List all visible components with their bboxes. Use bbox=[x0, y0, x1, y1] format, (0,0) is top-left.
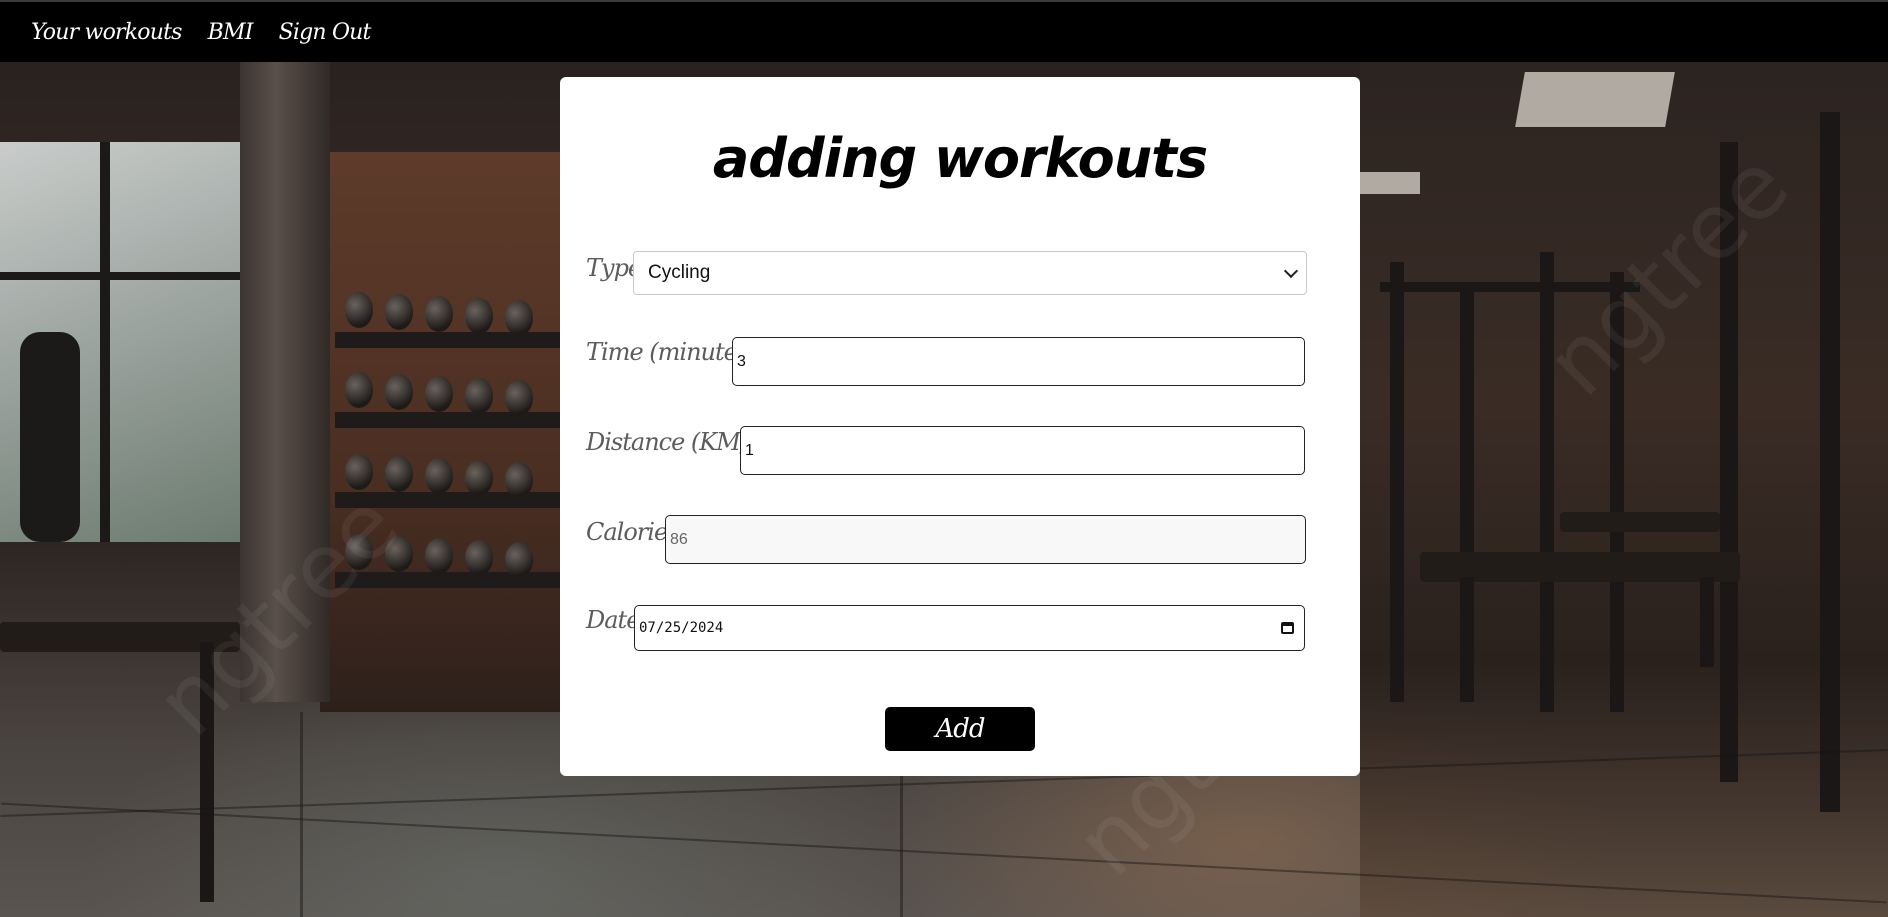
calories-input-value: 86 bbox=[670, 530, 688, 548]
distance-input-value: 1 bbox=[745, 441, 754, 459]
date-label: Date bbox=[586, 606, 640, 634]
distance-input[interactable]: 1 bbox=[740, 426, 1305, 475]
add-button[interactable]: Add bbox=[885, 707, 1035, 751]
type-select[interactable]: Cycling bbox=[633, 251, 1307, 295]
top-navbar: Your workouts BMI Sign Out bbox=[0, 0, 1888, 62]
date-input-value: 07/25/2024 bbox=[639, 620, 724, 636]
time-input[interactable]: 3 bbox=[732, 337, 1305, 386]
calories-input: 86 bbox=[665, 515, 1306, 564]
nav-bmi-link[interactable]: BMI bbox=[208, 20, 254, 45]
calendar-icon[interactable] bbox=[1281, 622, 1294, 634]
type-selected-value: Cycling bbox=[648, 262, 711, 283]
window bbox=[0, 142, 260, 542]
form-title: adding workouts bbox=[712, 127, 1208, 190]
distance-label: Distance (KM) bbox=[586, 428, 749, 456]
time-label: Time (minutes) bbox=[586, 338, 758, 366]
time-input-value: 3 bbox=[737, 352, 746, 370]
chevron-down-icon bbox=[1283, 263, 1299, 279]
squat-racks bbox=[1360, 62, 1888, 917]
add-workout-form-card: adding workouts Type Cycling Time (minut… bbox=[560, 77, 1360, 776]
nav-sign-out-link[interactable]: Sign Out bbox=[279, 20, 372, 45]
dumbbell-rack bbox=[320, 152, 560, 712]
nav-your-workouts-link[interactable]: Your workouts bbox=[31, 20, 182, 45]
date-input[interactable]: 07/25/2024 bbox=[634, 605, 1305, 651]
